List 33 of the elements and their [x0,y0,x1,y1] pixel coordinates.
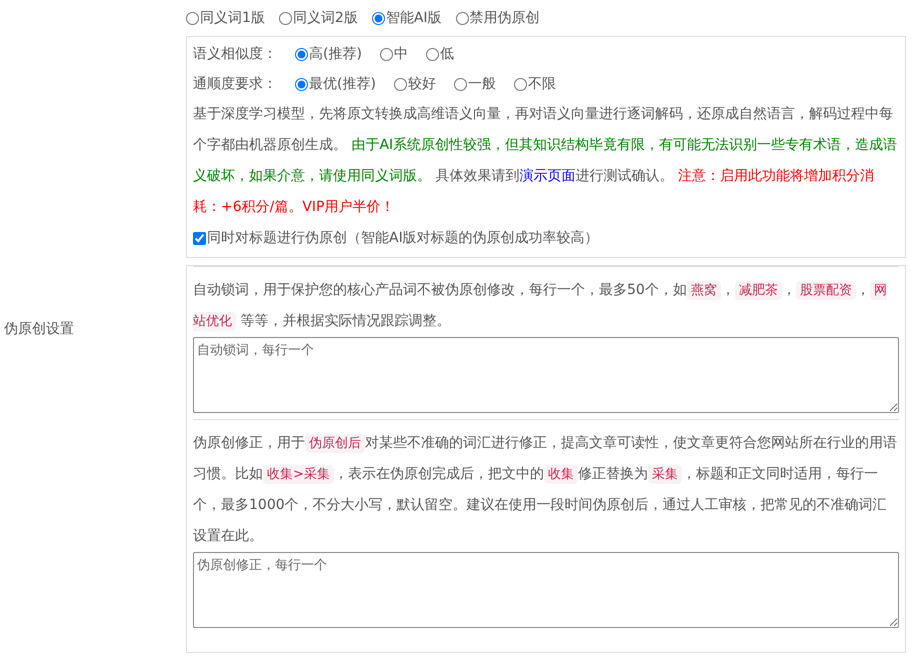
radio-option[interactable]: 一般 [454,75,496,93]
radio-button[interactable] [278,12,292,24]
radio-option[interactable]: 低 [426,45,454,63]
similarity-label: 语义相似度： [193,45,277,63]
radio-button[interactable] [295,78,308,90]
correction-field[interactable]: 伪原创修正，每行一个 [193,552,899,628]
radio-option[interactable]: 最优(推荐) [295,75,376,93]
radio-button[interactable] [372,12,385,24]
radio-option[interactable]: 中 [380,45,408,63]
correction-description: 伪原创修正，用于 伪原创后 对某些不准确的词汇进行修正，提高文章可读性，使文章更符合您网站所在行业的用语习惯。比如 收集>采集 ，表示在伪原创完成后，把文中的 收集 修正替换为 采集 ，标题和正文同时适用，每行一个，最多1000个，不分大小写，默认留空。建议在使用一段时间伪原创后，通过人工审核，把常见的不准确词汇设置在此。 [193,433,898,546]
fluency-label: 通顺度要求： [193,75,277,93]
settings-label: 伪原创设置 [4,320,74,338]
radio-button[interactable] [454,78,467,90]
checkbox[interactable] [193,232,206,244]
radio-option[interactable]: 同义词1版 [186,9,265,27]
lock-words-field[interactable]: 自动锁词，每行一个 [193,337,899,413]
radio-button[interactable] [186,12,199,24]
radio-button[interactable] [394,78,407,90]
radio-button[interactable] [426,48,439,60]
radio-option[interactable]: 禁用伪原创 [456,9,540,27]
radio-option[interactable]: 高(推荐) [295,45,362,63]
demo-page-link[interactable]: 演示页面 [519,168,576,184]
radio-option[interactable]: 较好 [394,75,436,93]
title-checkbox-option[interactable]: 同时对标题进行伪原创（智能AI版对标题的伪原创成功率较高） [193,229,599,247]
ai-description: 基于深度学习模型，先将原文转换成高维语义向量，再对语义向量进行逐词解码，还原成自然语言，解码过程中每个字都由机器原创生成。 由于AI系统原创性较强，但其知识结构毕竟有限，有可能无法识别一些专有术语，造成语义破坏，如果介意，请使用同义词版。 具体效果请到演示页面进行测试确认。 注意：启用此功能将增加积分消耗：+6积分/篇。VIP用户半价！ [193,105,898,217]
radio-button[interactable] [456,12,469,24]
radio-option[interactable]: 不限 [514,75,556,93]
radio-option[interactable]: 同义词2版 [278,9,358,27]
radio-button[interactable] [514,78,527,90]
radio-option[interactable]: 智能AI版 [372,9,442,27]
lock-words-description: 自动锁词，用于保护您的核心产品词不被伪原创修改，每行一个，最多50个，如 燕窝 ， 减肥茶 ， 股票配资 ， 网站优化 等等，并根据实际情况跟踪调整。 [193,280,888,333]
radio-button[interactable] [295,48,308,60]
radio-button[interactable] [380,48,393,60]
